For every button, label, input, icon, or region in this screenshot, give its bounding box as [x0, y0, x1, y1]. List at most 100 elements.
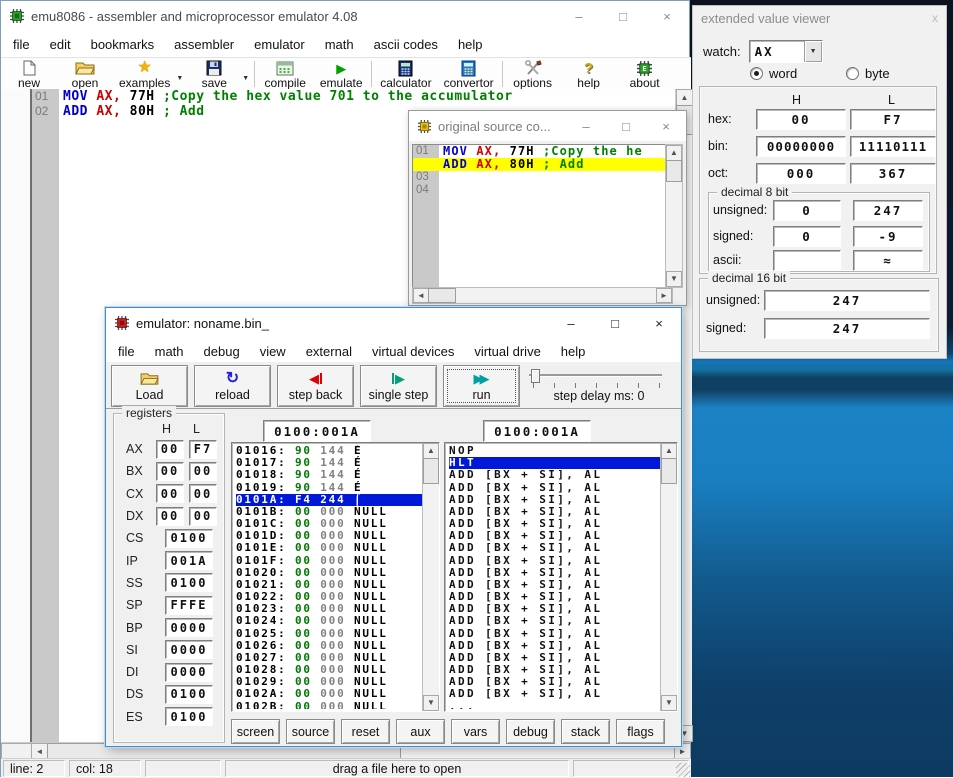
- disasm-row[interactable]: ADD [BX + SI], AL: [449, 615, 660, 627]
- minimize-button[interactable]: –: [557, 1, 601, 31]
- close-button[interactable]: ×: [646, 111, 686, 141]
- register-cx-h-field[interactable]: 00: [156, 484, 184, 503]
- register-cx-l-field[interactable]: 00: [189, 484, 217, 503]
- reload-button[interactable]: ↻ reload: [194, 365, 271, 407]
- code-line[interactable]: ADD AX, 80H ; Add: [413, 158, 673, 171]
- scroll-thumb[interactable]: [423, 458, 439, 484]
- vars-button[interactable]: vars: [451, 719, 500, 744]
- signed16-field[interactable]: 247: [764, 318, 930, 339]
- source-titlebar[interactable]: original source co... – □ ×: [409, 111, 686, 141]
- memory-vscrollbar[interactable]: ▲ ▼: [422, 443, 439, 711]
- toolbar-emulate-button[interactable]: ▶ emulate: [313, 58, 369, 90]
- disasm-row[interactable]: ...: [449, 701, 660, 709]
- emulator-titlebar[interactable]: emulator: noname.bin_ – □ ×: [106, 308, 681, 338]
- menu-item-file[interactable]: file: [3, 37, 40, 52]
- oct-h-field[interactable]: 000: [756, 163, 846, 184]
- register-sp-field[interactable]: FFFE: [165, 596, 213, 615]
- toolbar-open-button[interactable]: open: [57, 58, 113, 90]
- code-line[interactable]: [443, 184, 672, 197]
- source-button[interactable]: source: [286, 719, 335, 744]
- menu-item-edit[interactable]: edit: [40, 37, 81, 52]
- bin-h-field[interactable]: 00000000: [756, 136, 846, 157]
- signed8-l-field[interactable]: -9: [853, 226, 923, 247]
- emu-menu-item-math[interactable]: math: [145, 344, 194, 359]
- chevron-down-icon[interactable]: ▼: [804, 41, 822, 62]
- disasm-row[interactable]: ADD [BX + SI], AL: [449, 542, 660, 554]
- aux-button[interactable]: aux: [396, 719, 445, 744]
- toolbar-calculator-button[interactable]: calculator: [374, 58, 437, 90]
- scroll-down-arrow[interactable]: ▼: [423, 695, 439, 711]
- disassembly-list[interactable]: NOPHLTADD [BX + SI], ALADD [BX + SI], AL…: [444, 442, 678, 712]
- close-button[interactable]: ×: [637, 308, 681, 338]
- scroll-right-arrow[interactable]: ►: [656, 288, 672, 303]
- disasm-row[interactable]: ADD [BX + SI], AL: [449, 688, 660, 700]
- register-ax-h-field[interactable]: 00: [156, 440, 184, 459]
- emu-menu-item-file[interactable]: file: [108, 344, 145, 359]
- toolbar-help-button[interactable]: ? help: [561, 58, 617, 90]
- radio-byte[interactable]: byte: [846, 66, 890, 81]
- register-di-field[interactable]: 0000: [165, 663, 213, 682]
- hex-l-field[interactable]: F7: [850, 109, 936, 130]
- resize-grip[interactable]: [676, 763, 690, 777]
- disasm-row[interactable]: ADD [BX + SI], AL: [449, 469, 660, 481]
- scroll-up-arrow[interactable]: ▲: [661, 443, 677, 459]
- menu-item-assembler[interactable]: assembler: [164, 37, 244, 52]
- main-titlebar[interactable]: emu8086 - assembler and microprocessor e…: [1, 1, 689, 31]
- emu-menu-item-virtual-devices[interactable]: virtual devices: [362, 344, 464, 359]
- scroll-down-arrow[interactable]: ▼: [666, 271, 682, 287]
- stack-button[interactable]: stack: [561, 719, 610, 744]
- register-dx-l-field[interactable]: 00: [189, 507, 217, 526]
- register-bp-field[interactable]: 0000: [165, 618, 213, 637]
- scroll-up-arrow[interactable]: ▲: [423, 443, 439, 459]
- toolbar-save-button[interactable]: save: [186, 58, 242, 90]
- menu-item-help[interactable]: help: [448, 37, 493, 52]
- memory-address-field[interactable]: 0100:001A: [263, 420, 371, 442]
- menu-item-bookmarks[interactable]: bookmarks: [81, 37, 165, 52]
- toolbar-options-button[interactable]: options: [505, 58, 561, 90]
- code-line[interactable]: [443, 171, 672, 184]
- register-ds-field[interactable]: 0100: [165, 685, 213, 704]
- disasm-address-field[interactable]: 0100:001A: [483, 420, 591, 442]
- single-step-button[interactable]: ▶ single step: [360, 365, 437, 407]
- source-code-view[interactable]: 01020304 MOV AX, 77H ;Copy the heADD AX,…: [412, 144, 673, 288]
- toolbar-about-button[interactable]: E about: [617, 58, 673, 90]
- run-button[interactable]: ▶▶ run: [443, 365, 520, 407]
- scroll-thumb[interactable]: [428, 288, 456, 303]
- step-back-button[interactable]: ◀ step back: [277, 365, 354, 407]
- viewer-close-icon[interactable]: x: [932, 11, 938, 25]
- flags-button[interactable]: flags: [616, 719, 665, 744]
- emu-menu-item-debug[interactable]: debug: [194, 344, 250, 359]
- register-bx-h-field[interactable]: 00: [156, 462, 184, 481]
- oct-l-field[interactable]: 367: [850, 163, 936, 184]
- examples-dropdown-arrow[interactable]: ▼: [176, 58, 186, 90]
- disasm-row[interactable]: ADD [BX + SI], AL: [449, 628, 660, 640]
- emu-menu-item-view[interactable]: view: [250, 344, 296, 359]
- register-ax-l-field[interactable]: F7: [189, 440, 217, 459]
- unsigned16-field[interactable]: 247: [764, 290, 930, 311]
- slider-track[interactable]: [529, 374, 662, 376]
- scroll-thumb[interactable]: [666, 160, 682, 182]
- minimize-button[interactable]: –: [549, 308, 593, 338]
- close-button[interactable]: ×: [645, 1, 689, 31]
- save-dropdown-arrow[interactable]: ▼: [242, 58, 252, 90]
- watch-combobox[interactable]: AX ▼: [749, 40, 823, 63]
- menu-item-ascii-codes[interactable]: ascii codes: [364, 37, 448, 52]
- minimize-button[interactable]: –: [566, 111, 606, 141]
- disasm-vscrollbar[interactable]: ▲ ▼: [660, 443, 677, 711]
- emu-menu-item-virtual-drive[interactable]: virtual drive: [464, 344, 550, 359]
- reset-button[interactable]: reset: [341, 719, 390, 744]
- toolbar-new-button[interactable]: new: [1, 58, 57, 90]
- menu-item-emulator[interactable]: emulator: [244, 37, 315, 52]
- maximize-button[interactable]: □: [601, 1, 645, 31]
- screen-button[interactable]: screen: [231, 719, 280, 744]
- maximize-button[interactable]: □: [606, 111, 646, 141]
- toolbar-compile-button[interactable]: compile: [257, 58, 313, 90]
- scroll-up-arrow[interactable]: ▲: [676, 89, 693, 106]
- emu-menu-item-help[interactable]: help: [551, 344, 596, 359]
- scroll-thumb[interactable]: [661, 458, 677, 484]
- bin-l-field[interactable]: 11110111: [850, 136, 936, 157]
- ascii-h-field[interactable]: [773, 250, 841, 271]
- memory-row[interactable]: 0102B: 00 000 NULL: [236, 701, 422, 709]
- source-vscrollbar[interactable]: ▲ ▼: [665, 144, 683, 288]
- register-dx-h-field[interactable]: 00: [156, 507, 184, 526]
